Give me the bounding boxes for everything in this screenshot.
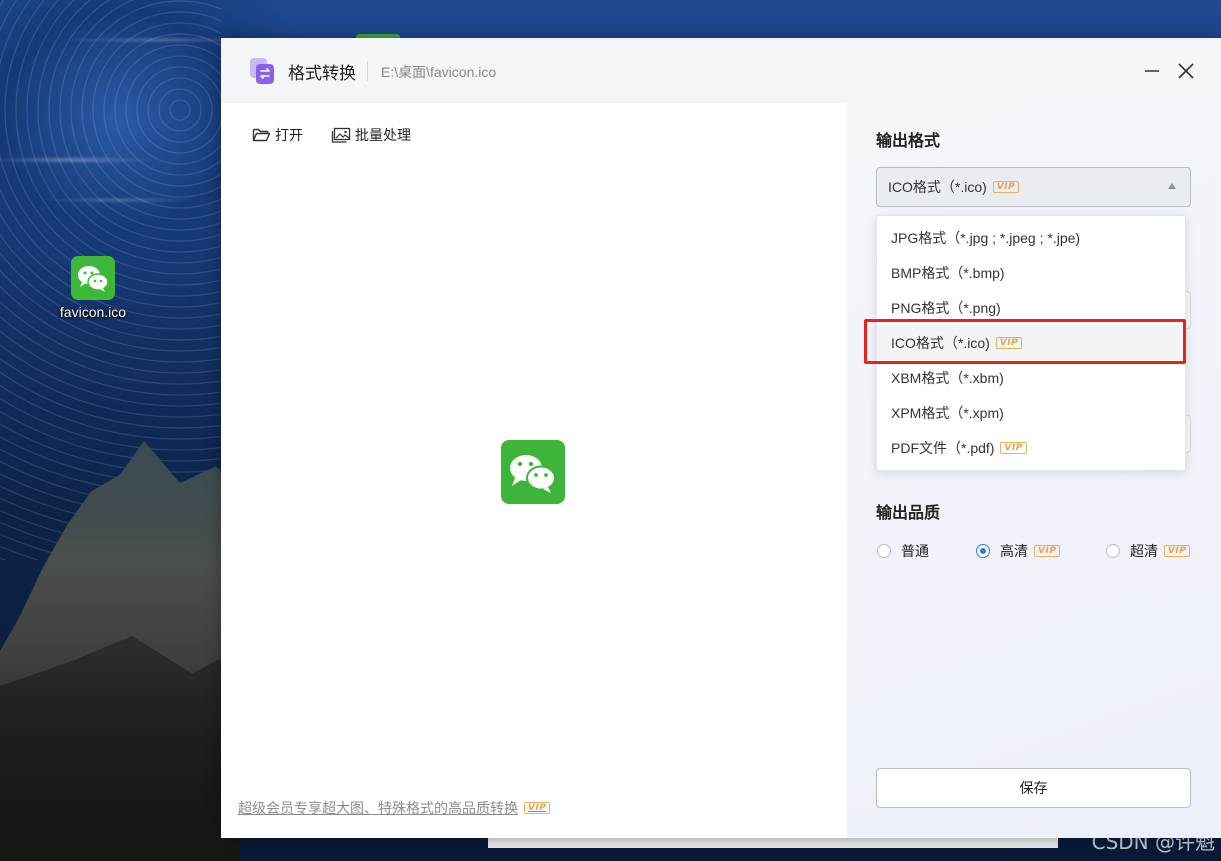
format-option-label: XPM格式（*.xpm) (891, 404, 1004, 421)
vip-badge: VIP (1034, 545, 1061, 557)
quality-option-ultra-hd[interactable]: 超清 VIP (1106, 541, 1191, 561)
quality-option-label: 普通 (901, 543, 929, 559)
title-bar: 格式转换 E:\桌面\favicon.ico (221, 38, 1221, 103)
batch-process-label: 批量处理 (355, 127, 411, 143)
minimize-button[interactable] (1137, 56, 1167, 86)
output-format-title: 输出格式 (876, 133, 941, 150)
format-option-label: JPG格式（*.jpg ; *.jpeg ; *.jpe) (891, 229, 1081, 246)
vip-badge: VIP (995, 336, 1023, 349)
save-button[interactable]: 保存 (876, 768, 1191, 808)
quality-option-label: 高清 (1000, 543, 1028, 559)
format-option-ico[interactable]: ICO格式（*.ico) VIP (877, 325, 1185, 360)
output-quality-title: 输出品质 (876, 505, 941, 522)
title-divider (367, 61, 368, 81)
format-option-xbm[interactable]: XBM格式（*.xbm) (877, 360, 1185, 395)
format-option-label: BMP格式（*.bmp) (891, 264, 1005, 281)
vip-badge: VIP (1164, 545, 1191, 557)
output-format-select[interactable]: ICO格式（*.ico) VIP (876, 167, 1191, 207)
quality-option-label: 超清 (1130, 543, 1158, 559)
format-dropdown-menu: JPG格式（*.jpg ; *.jpeg ; *.jpe) BMP格式（*.bm… (864, 215, 1186, 471)
settings-pane: 输出格式 ICO格式（*.ico) VIP JPG格式（*.jpg ; *.jp… (847, 103, 1221, 838)
batch-process-button[interactable]: 批量处理 (331, 123, 411, 147)
window-title: 格式转换 (288, 64, 356, 83)
app-logo-icon (248, 57, 276, 85)
background-window-edge (488, 838, 1058, 848)
vip-promo-link[interactable]: 超级会员专享超大图、特殊格式的高品质转换 VIP (238, 798, 551, 818)
close-icon (1178, 63, 1194, 79)
close-button[interactable] (1171, 56, 1201, 86)
quality-option-hd[interactable]: 高清 VIP (976, 541, 1061, 561)
file-path: E:\桌面\favicon.ico (381, 64, 497, 80)
format-option-jpg[interactable]: JPG格式（*.jpg ; *.jpeg ; *.jpe) (877, 220, 1185, 255)
wechat-logo-icon (510, 455, 556, 493)
caret-up-icon (1168, 183, 1176, 189)
format-option-bmp[interactable]: BMP格式（*.bmp) (877, 255, 1185, 290)
vip-badge: VIP (992, 181, 1020, 193)
open-button[interactable]: 打开 (252, 123, 303, 147)
radio-normal[interactable] (877, 544, 891, 558)
open-label: 打开 (275, 127, 303, 143)
format-option-png[interactable]: PNG格式（*.png) (877, 290, 1185, 325)
format-option-label: PNG格式（*.png) (891, 299, 1001, 316)
radio-hd[interactable] (976, 544, 990, 558)
vip-badge: VIP (1000, 441, 1027, 454)
selected-format-label: ICO格式（*.ico) (888, 179, 987, 195)
minimize-icon (1145, 70, 1159, 72)
format-option-label: ICO格式（*.ico) (891, 334, 990, 351)
vip-promo-text: 超级会员专享超大图、特殊格式的高品质转换 (238, 800, 518, 816)
format-option-label: XBM格式（*.xbm) (891, 369, 1004, 386)
image-stack-icon (331, 127, 351, 143)
format-converter-window: 格式转换 E:\桌面\favicon.ico 打开 批量处理 超级会员专享超大图… (221, 38, 1221, 838)
format-option-label: PDF文件（*.pdf) (891, 439, 995, 456)
format-option-pdf[interactable]: PDF文件（*.pdf) VIP (877, 430, 1185, 465)
vip-badge: VIP (524, 802, 551, 814)
preview-pane: 打开 批量处理 超级会员专享超大图、特殊格式的高品质转换 VIP (221, 103, 847, 838)
format-option-xpm[interactable]: XPM格式（*.xpm) (877, 395, 1185, 430)
quality-option-normal[interactable]: 普通 (877, 541, 929, 561)
wechat-icon (71, 256, 115, 300)
desktop-file-icon[interactable]: favicon.ico (52, 256, 134, 326)
radio-ultra-hd[interactable] (1106, 544, 1120, 558)
desktop-file-label: favicon.ico (59, 304, 127, 320)
image-preview (501, 440, 565, 504)
folder-open-icon (252, 128, 271, 142)
